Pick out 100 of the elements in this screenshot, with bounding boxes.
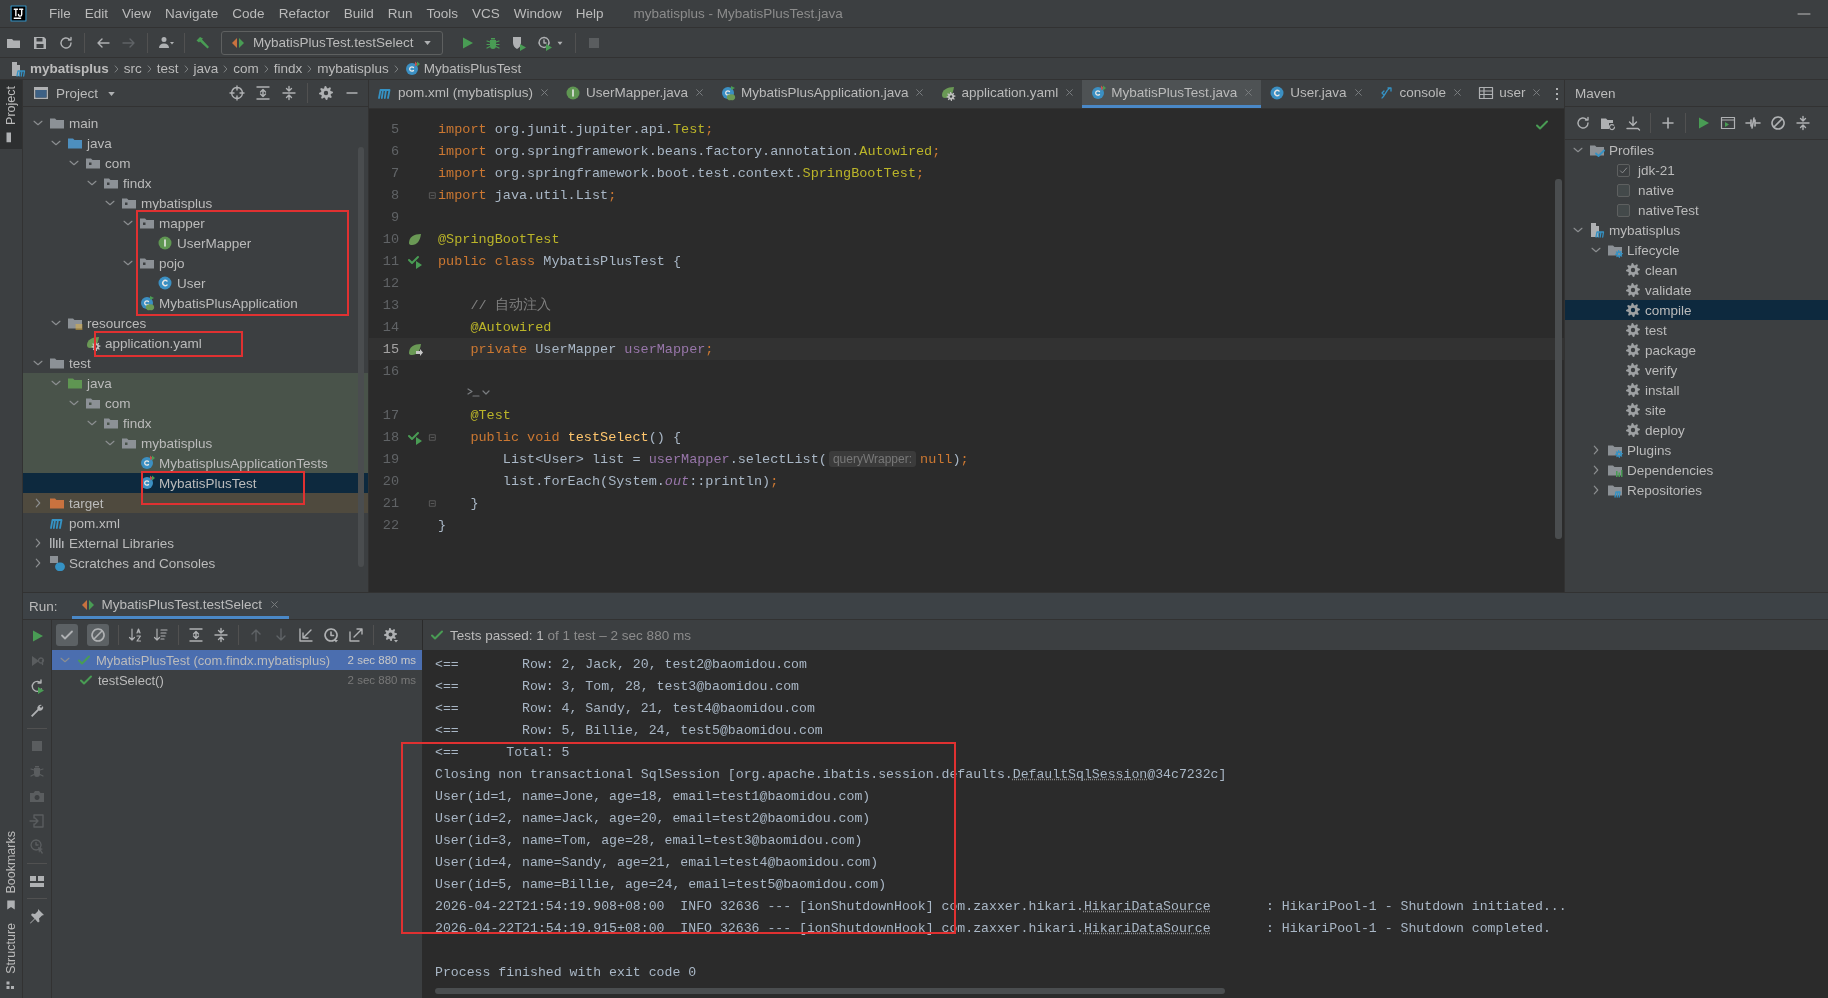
run-check-icon[interactable] (407, 429, 423, 445)
tree-item[interactable]: install (1565, 380, 1828, 400)
menu-item[interactable]: File (43, 6, 77, 21)
layout-icon[interactable] (29, 873, 45, 889)
menu-item[interactable]: Tools (420, 6, 464, 21)
tree-item[interactable]: MybatisPlusTest (23, 473, 368, 493)
tree-item[interactable]: com (23, 393, 368, 413)
tree-item[interactable]: External Libraries (23, 533, 368, 553)
sort-alphabetical-icon[interactable] (128, 627, 144, 643)
no-entry-icon[interactable] (1770, 115, 1786, 131)
tree-item[interactable]: pom.xml (23, 513, 368, 533)
breadcrumb-item[interactable]: mybatisplus (317, 61, 389, 76)
tree-item[interactable]: resources (23, 313, 368, 333)
editor-tab[interactable]: application.yaml (932, 80, 1083, 108)
settings-icon[interactable] (318, 85, 334, 101)
tree-item[interactable]: package (1565, 340, 1828, 360)
checkbox[interactable] (1617, 203, 1630, 217)
editor-tab[interactable]: user (1470, 80, 1550, 108)
breadcrumb-item[interactable]: java (193, 61, 219, 76)
tree-item[interactable]: Profiles (1565, 140, 1828, 160)
crosshair-icon[interactable] (229, 85, 245, 101)
tree-item[interactable]: User (23, 273, 368, 293)
tool-window-tab[interactable]: Structure (0, 917, 22, 998)
menu-item[interactable]: Code (226, 6, 271, 21)
editor-tab[interactable]: UserMapper.java (557, 80, 713, 108)
expand-all-icon[interactable] (188, 627, 204, 643)
editor-tab[interactable]: pom.xml (mybatisplus) (369, 80, 558, 108)
collapse-all-icon[interactable] (281, 85, 297, 101)
import-arrow-icon[interactable] (298, 627, 314, 643)
menu-item[interactable]: Refactor (272, 6, 336, 21)
tree-item[interactable]: compile (1565, 300, 1828, 320)
tree-item[interactable]: Plugins (1565, 440, 1828, 460)
menu-item[interactable]: Edit (78, 6, 115, 21)
editor-tab[interactable]: MybatisPlusTest.java (1082, 80, 1262, 108)
tree-item[interactable]: MybatisplusApplicationTests (23, 453, 368, 473)
menu-item[interactable]: Navigate (159, 6, 225, 21)
run-configuration-dropdown[interactable]: MybatisPlusTest.testSelect (221, 30, 443, 55)
tree-item[interactable]: test (23, 353, 368, 373)
tree-item[interactable]: java (23, 133, 368, 153)
breadcrumb-item[interactable]: MybatisPlusTest (403, 60, 522, 77)
tree-item[interactable]: UserMapper (23, 233, 368, 253)
tree-item[interactable]: native (1565, 180, 1828, 200)
refresh-icon[interactable] (58, 34, 74, 51)
tree-item[interactable]: site (1565, 400, 1828, 420)
clock-icon[interactable] (323, 627, 339, 643)
tree-item[interactable]: Dependencies (1565, 460, 1828, 480)
scrollbar-thumb[interactable] (435, 988, 1225, 994)
fold-icon[interactable] (427, 189, 438, 201)
sort-duration-icon[interactable] (153, 627, 169, 643)
tree-item[interactable]: clean (1565, 260, 1828, 280)
view-selector[interactable]: Project (33, 85, 119, 101)
tree-item[interactable]: application.yaml (23, 333, 368, 353)
scrollbar-thumb[interactable] (1555, 179, 1562, 539)
expand-all-icon[interactable] (255, 85, 271, 101)
menu-item[interactable]: Run (381, 6, 419, 21)
tree-item[interactable]: deploy (1565, 420, 1828, 440)
breadcrumb-item[interactable]: test (156, 61, 179, 76)
tree-item[interactable]: mybatisplus (1565, 220, 1828, 240)
tree-item[interactable]: mybatisplus (23, 433, 368, 453)
checkbox[interactable] (1617, 163, 1630, 177)
tree-item[interactable]: java (23, 373, 368, 393)
editor-tab[interactable]: MybatisPlusApplication.java (712, 80, 933, 108)
fold-icon[interactable] (427, 497, 438, 509)
tool-window-tab[interactable]: Bookmarks (0, 824, 22, 918)
shield-play-icon[interactable] (510, 34, 527, 51)
menu-item[interactable]: View (116, 6, 158, 21)
wrench-icon[interactable] (29, 703, 45, 719)
tree-item[interactable]: nativeTest (1565, 200, 1828, 220)
tree-item[interactable]: mapper (23, 213, 368, 233)
menu-item[interactable]: Help (569, 6, 610, 21)
tree-item[interactable]: com (23, 153, 368, 173)
tree-item[interactable]: Repositories (1565, 480, 1828, 500)
tree-item[interactable]: Scratches and Consoles (23, 553, 368, 573)
menu-item[interactable]: VCS (466, 6, 506, 21)
pin-icon[interactable] (29, 908, 45, 924)
menu-item[interactable]: Build (337, 6, 380, 21)
tree-item[interactable]: jdk-21 (1565, 160, 1828, 180)
checkbox[interactable] (1617, 183, 1630, 197)
tree-item[interactable]: mybatisplus (23, 193, 368, 213)
breadcrumb-item[interactable]: src (123, 61, 142, 76)
tool-window-tab[interactable]: Project (0, 80, 22, 149)
tree-item[interactable]: findx (23, 413, 368, 433)
plus-icon[interactable] (1660, 115, 1676, 131)
collapse-all-icon[interactable] (1795, 115, 1811, 131)
breadcrumb-item[interactable]: findx (273, 61, 303, 76)
tree-item[interactable]: pojo (23, 253, 368, 273)
tree-item[interactable]: test (1565, 320, 1828, 340)
show-ignored-toggle[interactable] (87, 624, 109, 646)
export-arrow-icon[interactable] (348, 627, 364, 643)
tree-item[interactable]: findx (23, 173, 368, 193)
tree-item[interactable]: verify (1565, 360, 1828, 380)
leaf-arrow-icon[interactable] (407, 341, 423, 357)
breadcrumb-item[interactable]: mybatisplus (10, 60, 109, 77)
editor-tab[interactable]: console (1370, 80, 1471, 108)
tree-item[interactable]: MybatisPlusApplication (23, 293, 368, 313)
run-tab[interactable]: MybatisPlusTest.testSelect (71, 593, 290, 619)
menu-item[interactable]: Window (507, 6, 568, 21)
hammer-icon[interactable] (195, 34, 211, 51)
terminal-icon[interactable] (1720, 115, 1736, 131)
fold-icon[interactable] (427, 431, 438, 443)
